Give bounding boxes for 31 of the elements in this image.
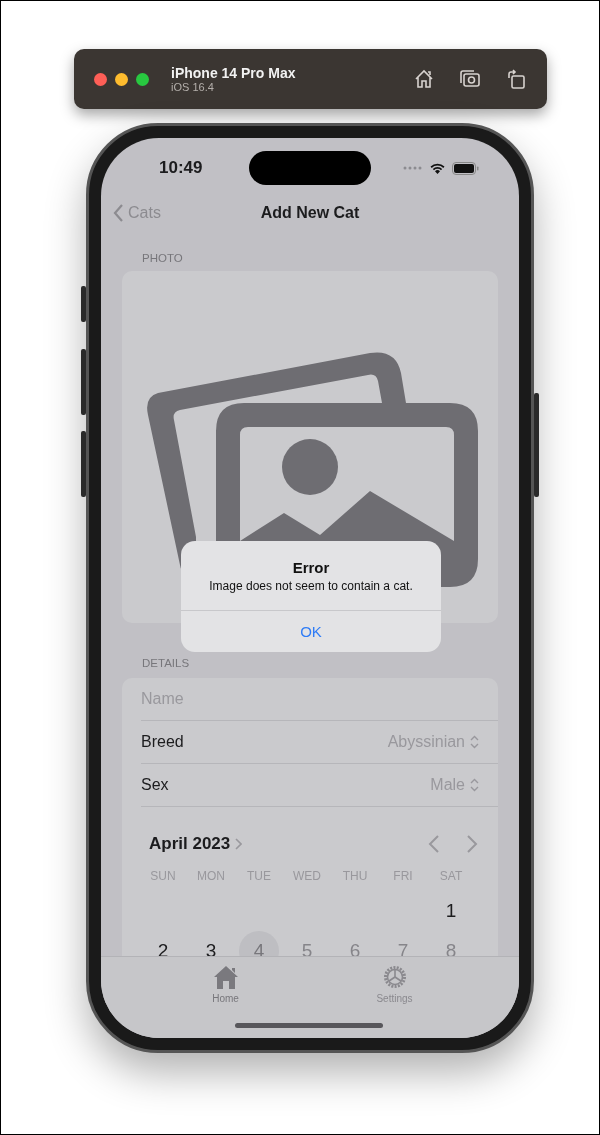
calendar-day[interactable]: 1 <box>431 891 471 931</box>
up-down-chevron-icon <box>470 778 479 792</box>
alert-title: Error <box>292 559 330 576</box>
screenshot-icon[interactable] <box>459 68 481 90</box>
device-name: iPhone 14 Pro Max <box>171 65 296 81</box>
section-header: DETAILS <box>141 656 191 670</box>
chevron-left-icon <box>113 204 124 222</box>
close-button[interactable] <box>94 72 107 86</box>
signal-icon <box>403 166 423 170</box>
os-version: iOS 16.4 <box>171 81 215 93</box>
month-button[interactable]: April 2023 <box>141 834 243 854</box>
gear-icon <box>381 964 408 990</box>
tab-item[interactable]: Home <box>185 957 266 1038</box>
alert-message: Image does not seem to contain a cat. <box>208 579 414 593</box>
battery-icon <box>452 161 479 175</box>
wifi-icon <box>429 161 446 175</box>
chevron-right-icon <box>466 834 478 854</box>
tab-item[interactable]: Settings <box>354 957 435 1038</box>
chevron-left-icon <box>428 834 440 854</box>
rotate-icon[interactable] <box>505 68 527 90</box>
minimize-button[interactable] <box>115 72 128 86</box>
row-label: Sex <box>141 776 169 794</box>
home-icon[interactable] <box>413 68 435 90</box>
status-time: 10:49 <box>159 158 203 178</box>
section-header: PHOTO <box>141 251 184 265</box>
up-down-chevron-icon <box>470 735 479 749</box>
row-label: Breed <box>141 733 184 751</box>
ok-button[interactable]: OK <box>181 611 441 652</box>
nav-title: Add New Cat <box>260 204 360 222</box>
zoom-button[interactable] <box>136 72 149 86</box>
chevron-right-icon <box>235 838 243 850</box>
